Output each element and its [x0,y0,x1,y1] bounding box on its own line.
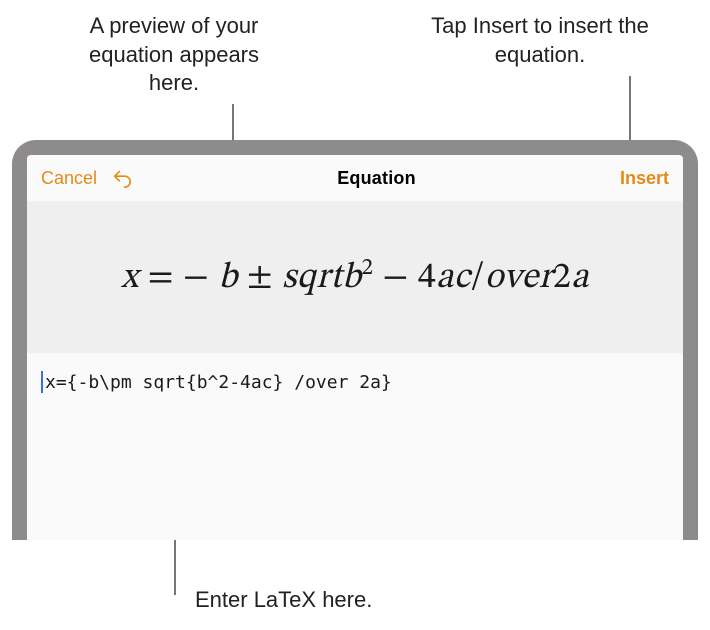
undo-icon[interactable] [111,167,133,189]
equation-editor-panel: Cancel Equation Insert x = − b ± sqrtb2 … [27,155,683,540]
text-cursor [41,371,43,393]
equation-preview-pane: x = − b ± sqrtb2 − 4ac/over2a [27,201,683,353]
annotation-preview: A preview of your equation appears here. [74,12,274,98]
annotation-latex: Enter LaTeX here. [195,587,372,613]
nav-left-group: Cancel [41,167,133,189]
annotation-insert: Tap Insert to insert the equation. [420,12,660,69]
latex-input-row[interactable] [27,353,683,393]
latex-input[interactable] [45,372,669,393]
cancel-button[interactable]: Cancel [41,168,97,189]
device-frame: Cancel Equation Insert x = − b ± sqrtb2 … [12,140,698,540]
insert-button[interactable]: Insert [620,168,669,189]
panel-title: Equation [337,168,416,189]
equation-preview: x = − b ± sqrtb2 − 4ac/over2a [121,253,589,301]
top-annotation-row: A preview of your equation appears here.… [0,12,710,132]
nav-bar: Cancel Equation Insert [27,155,683,201]
